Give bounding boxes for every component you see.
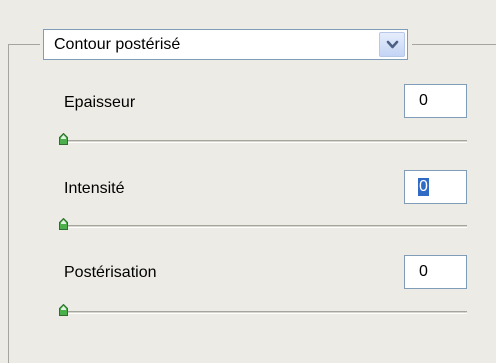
groupbox-frame — [8, 44, 9, 363]
dropdown-button[interactable] — [379, 32, 405, 57]
epaisseur-value: 0 — [419, 92, 428, 109]
epaisseur-input[interactable]: 0 — [404, 84, 467, 118]
intensite-value: 0 — [418, 178, 429, 196]
posterisation-slider-thumb[interactable] — [59, 304, 68, 316]
intensite-label: Intensité — [64, 180, 125, 197]
intensite-slider-thumb[interactable] — [59, 218, 68, 230]
effect-dropdown-value: Contour postérisé — [54, 36, 181, 53]
intensite-slider-track[interactable] — [62, 225, 467, 228]
groupbox-frame — [412, 44, 496, 45]
intensite-input[interactable]: 0 — [404, 170, 467, 204]
chevron-down-icon — [386, 40, 399, 49]
effect-settings-panel: Contour postérisé Epaisseur 0 Intensité … — [0, 0, 496, 363]
epaisseur-slider-thumb[interactable] — [59, 133, 68, 145]
posterisation-input[interactable]: 0 — [404, 255, 467, 289]
posterisation-value: 0 — [419, 263, 428, 280]
effect-dropdown[interactable]: Contour postérisé — [43, 29, 408, 60]
posterisation-slider-track[interactable] — [62, 311, 467, 314]
posterisation-label: Postérisation — [64, 264, 157, 281]
epaisseur-label: Epaisseur — [64, 94, 136, 111]
epaisseur-slider-track[interactable] — [62, 140, 467, 143]
groupbox-frame — [8, 44, 40, 45]
